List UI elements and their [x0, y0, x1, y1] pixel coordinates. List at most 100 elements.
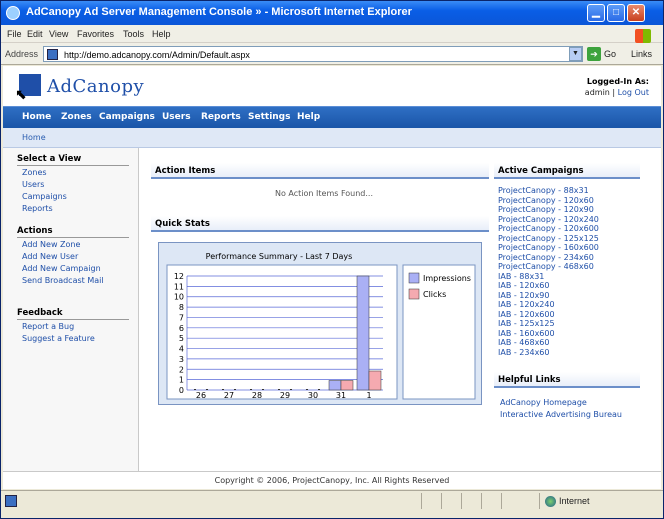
campaign-link[interactable]: IAB - 125x125	[498, 319, 555, 328]
actions-heading: Actions	[17, 226, 129, 238]
go-arrow-icon[interactable]: ➔	[587, 47, 601, 61]
action-items-heading: Action Items	[151, 163, 489, 179]
add-new-campaign-link[interactable]: Add New Campaign	[22, 264, 101, 273]
chart-bar-impressions	[328, 380, 342, 391]
quick-stats-heading: Quick Stats	[151, 216, 489, 232]
nav-settings[interactable]: Settings	[248, 112, 290, 122]
sidebar-item-zones[interactable]: Zones	[22, 168, 47, 177]
chart-bar-clicks	[368, 370, 382, 391]
campaign-link[interactable]: ProjectCanopy - 120x90	[498, 205, 594, 214]
ie-icon	[6, 6, 20, 20]
go-button[interactable]: Go	[604, 49, 616, 59]
chart-y-tick-label: 4	[179, 345, 184, 354]
chart-y-tick-label: 3	[179, 355, 184, 364]
iab-link[interactable]: Interactive Advertising Bureau	[500, 410, 622, 419]
chart-bar-impressions	[356, 275, 370, 391]
campaign-link[interactable]: ProjectCanopy - 468x60	[498, 262, 594, 271]
nav-reports[interactable]: Reports	[201, 112, 241, 122]
page-footer: Copyright © 2006, ProjectCanopy, Inc. Al…	[3, 471, 661, 489]
links-button[interactable]: Links	[631, 49, 652, 59]
menu-view[interactable]: View	[49, 29, 68, 39]
nav-users[interactable]: Users	[162, 112, 191, 122]
active-campaigns-heading: Active Campaigns	[494, 163, 640, 179]
add-new-zone-link[interactable]: Add New Zone	[22, 240, 80, 249]
chart-y-tick-label: 1	[179, 376, 184, 385]
security-zone: Internet	[559, 496, 590, 506]
chart-y-tick-label: 10	[174, 293, 184, 302]
chart-bar-clicks	[234, 389, 236, 390]
campaign-link[interactable]: ProjectCanopy - 120x240	[498, 215, 599, 224]
legend-swatch-impressions	[408, 272, 420, 284]
campaign-link[interactable]: ProjectCanopy - 120x600	[498, 224, 599, 233]
menu-tools[interactable]: Tools	[123, 29, 144, 39]
chart-y-tick-label: 6	[179, 324, 184, 333]
chart-x-tick-label: 27	[224, 391, 234, 400]
send-broadcast-mail-link[interactable]: Send Broadcast Mail	[22, 276, 104, 285]
campaign-link[interactable]: ProjectCanopy - 120x60	[498, 196, 594, 205]
campaign-link[interactable]: ProjectCanopy - 88x31	[498, 186, 589, 195]
login-title: Logged-In As:	[586, 77, 649, 86]
address-url[interactable]: http://demo.adcanopy.com/Admin/Default.a…	[64, 50, 250, 60]
campaign-link[interactable]: IAB - 120x240	[498, 300, 555, 309]
chart-bar-clicks	[340, 380, 354, 391]
adcanopy-homepage-link[interactable]: AdCanopy Homepage	[500, 398, 587, 407]
chart-bar-clicks	[318, 389, 320, 390]
logout-link[interactable]: Log Out	[618, 88, 649, 97]
campaign-link[interactable]: ProjectCanopy - 125x125	[498, 234, 599, 243]
sidebar-item-users[interactable]: Users	[22, 180, 44, 189]
campaign-link[interactable]: IAB - 120x60	[498, 281, 549, 290]
chart-y-tick-label: 12	[174, 272, 184, 281]
action-items-title: Action Items	[155, 166, 216, 176]
campaign-link[interactable]: IAB - 234x60	[498, 348, 549, 357]
minimize-button[interactable]: ▁	[587, 4, 605, 22]
chart-y-tick-label: 8	[179, 303, 184, 312]
add-new-user-link[interactable]: Add New User	[22, 252, 78, 261]
close-button[interactable]: ✕	[627, 4, 645, 22]
logo-text[interactable]: AdCanopy	[47, 76, 144, 97]
address-input[interactable]: http://demo.adcanopy.com/Admin/Default.a…	[43, 46, 583, 62]
sidebar: Select a View Zones Users Campaigns Repo…	[3, 148, 139, 471]
campaign-link[interactable]: ProjectCanopy - 234x60	[498, 253, 594, 262]
campaign-link[interactable]: IAB - 160x600	[498, 329, 555, 338]
nav-help[interactable]: Help	[297, 112, 320, 122]
status-bar: Internet	[1, 490, 663, 518]
internet-zone-icon	[545, 496, 556, 507]
chart-x-tick-label: 31	[336, 391, 346, 400]
campaign-link[interactable]: ProjectCanopy - 160x600	[498, 243, 599, 252]
address-dropdown-icon[interactable]: ▼	[569, 47, 582, 61]
quick-stats-title: Quick Stats	[155, 219, 210, 229]
campaign-link[interactable]: IAB - 468x60	[498, 338, 549, 347]
chart-x-tick-label: 26	[196, 391, 206, 400]
copyright-text: Copyright © 2006, ProjectCanopy, Inc. Al…	[214, 476, 450, 485]
page-status-icon	[5, 495, 17, 507]
sidebar-item-reports[interactable]: Reports	[22, 204, 53, 213]
breadcrumb-home[interactable]: Home	[22, 133, 46, 142]
menu-favorites[interactable]: Favorites	[77, 29, 114, 39]
menu-file[interactable]: File	[7, 29, 22, 39]
nav-zones[interactable]: Zones	[61, 112, 92, 122]
campaign-link[interactable]: IAB - 120x600	[498, 310, 555, 319]
report-bug-link[interactable]: Report a Bug	[22, 322, 74, 331]
address-label: Address	[5, 49, 39, 59]
chart-x-tick-label: 30	[308, 391, 318, 400]
helpful-links-heading: Helpful Links	[494, 372, 640, 388]
nav-campaigns[interactable]: Campaigns	[99, 112, 155, 122]
sidebar-item-campaigns[interactable]: Campaigns	[22, 192, 67, 201]
campaign-link[interactable]: IAB - 88x31	[498, 272, 544, 281]
menu-edit[interactable]: Edit	[27, 29, 43, 39]
maximize-button[interactable]: □	[607, 4, 625, 22]
suggest-feature-link[interactable]: Suggest a Feature	[22, 334, 95, 343]
campaign-link[interactable]: IAB - 120x90	[498, 291, 549, 300]
select-view-heading: Select a View	[17, 154, 129, 166]
breadcrumb: Home	[3, 128, 661, 148]
active-campaigns-title: Active Campaigns	[498, 166, 584, 176]
page-icon	[47, 49, 58, 60]
chart-y-tick-label: 7	[179, 313, 184, 322]
chart-bar-impressions	[278, 389, 280, 390]
title-bar: AdCanopy Ad Server Management Console » …	[1, 1, 663, 25]
cursor-arrow-icon: ⬉	[15, 87, 27, 103]
legend-label-impressions: Impressions	[423, 274, 471, 283]
nav-home[interactable]: Home	[22, 112, 51, 122]
menu-help[interactable]: Help	[152, 29, 171, 39]
chart-bar-clicks	[206, 389, 208, 390]
